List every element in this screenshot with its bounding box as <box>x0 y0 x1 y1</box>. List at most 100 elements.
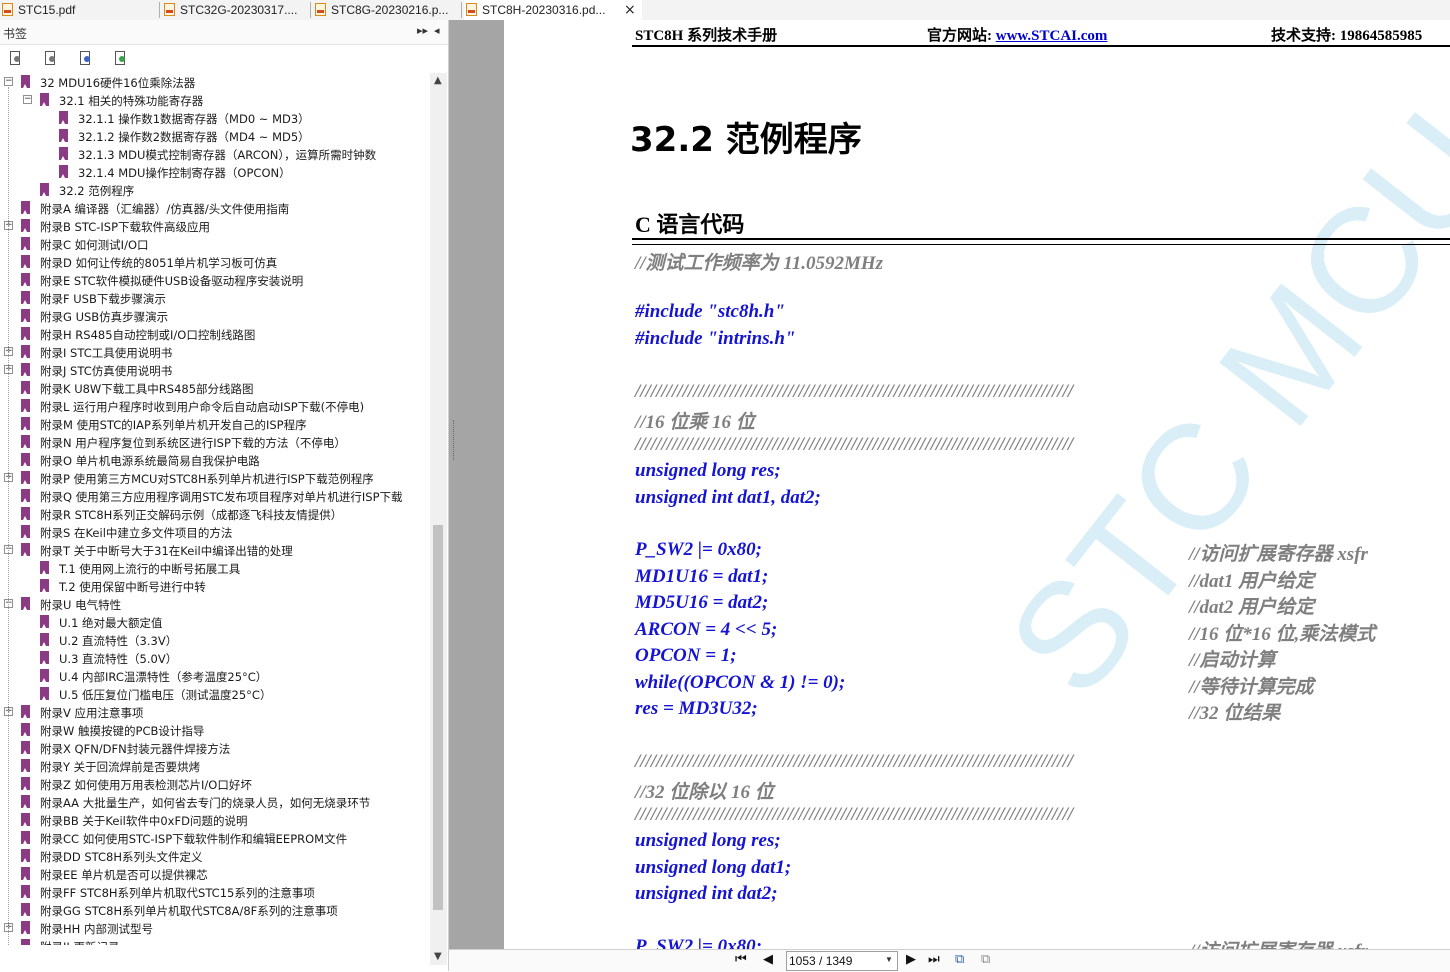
page-number-value: 1053 / 1349 <box>789 954 853 968</box>
single-page-view-icon[interactable]: ⧉ <box>955 952 964 968</box>
bookmarks-panel: 书签 ▸▸ ◂ −32 MDU16硬件16位乘除法器 −32.1 相关的特殊功能寄… <box>0 20 449 971</box>
bookmark-item[interactable]: 附录Y 关于回流焊前是否要烘烤 <box>0 757 430 775</box>
first-page-icon[interactable]: ⏮ <box>735 952 747 968</box>
scroll-down-icon[interactable]: ▼ <box>434 951 442 962</box>
bookmarks-title: 书签 <box>3 27 28 41</box>
bookmark-item[interactable]: 附录E STC软件模拟硬件USB设备驱动程序安装说明 <box>0 271 430 289</box>
collapse-icon[interactable]: − <box>4 77 13 86</box>
bookmark-item[interactable]: − 32.1 相关的特殊功能寄存器 <box>0 91 430 109</box>
bookmark-delete-icon[interactable] <box>43 51 57 65</box>
bookmark-item[interactable]: U.2 直流特性（3.3V） <box>0 631 430 649</box>
bookmark-icon <box>21 435 30 448</box>
bookmark-item[interactable]: + 附录B STC-ISP下载软件高级应用 <box>0 217 430 235</box>
bookmark-item[interactable]: 附录FF STC8H系列单片机取代STC15系列的注意事项 <box>0 883 430 901</box>
bookmark-item[interactable]: 32.1.1 操作数1数据寄存器（MD0 ~ MD3） <box>0 109 430 127</box>
close-tab-icon[interactable]: × <box>624 1 636 19</box>
bookmark-goto-icon[interactable] <box>78 51 92 65</box>
scroll-up-icon[interactable]: ▲ <box>434 75 442 86</box>
bookmark-item[interactable]: 附录DD STC8H系列头文件定义 <box>0 847 430 865</box>
bookmark-item[interactable]: 附录W 触摸按键的PCB设计指导 <box>0 721 430 739</box>
bookmark-label: U.2 直流特性（3.3V） <box>59 634 178 648</box>
tab-2[interactable]: STC8G-20230216.p... <box>313 0 459 20</box>
tab-label: STC32G-20230317.... <box>180 3 298 17</box>
code-comment: //16 位*16 位,乘法模式 <box>1189 624 1376 645</box>
bookmark-item[interactable]: 附录G USB仿真步骤演示 <box>0 307 430 325</box>
bookmark-item[interactable]: 附录X QFN/DFN封装元器件焊接方法 <box>0 739 430 757</box>
tab-0[interactable]: STC15.pdf <box>0 0 158 20</box>
bookmark-label: U.1 绝对最大额定值 <box>59 616 163 630</box>
page-number-select[interactable]: 1053 / 1349 ▼ <box>786 951 898 971</box>
bookmark-item[interactable]: 32.1.2 操作数2数据寄存器（MD4 ~ MD5） <box>0 127 430 145</box>
bookmark-icon <box>21 921 30 934</box>
collapse-panel-icon[interactable]: ◂ <box>434 24 440 37</box>
bookmark-icon <box>21 705 30 718</box>
bookmark-item[interactable]: 32.1.4 MDU操作控制寄存器（OPCON） <box>0 163 430 181</box>
bookmark-item[interactable]: 32.2 范例程序 <box>0 181 430 199</box>
tab-1[interactable]: STC32G-20230317.... <box>162 0 308 20</box>
bookmark-item[interactable]: 附录BB 关于Keil软件中0xFD问题的说明 <box>0 811 430 829</box>
bookmark-item[interactable]: 附录Z 如何使用万用表检测芯片I/O口好坏 <box>0 775 430 793</box>
bookmark-item[interactable]: − 32 MDU16硬件16位乘除法器 <box>0 73 430 91</box>
bookmark-item[interactable]: 附录A 编译器（汇编器）/仿真器/头文件使用指南 <box>0 199 430 217</box>
bookmark-item[interactable]: − 附录U 电气特性 <box>0 595 430 613</box>
code-comment: //访问扩展寄存器 xsfr <box>1189 544 1368 565</box>
bookmark-label: 附录D 如何让传统的8051单片机学习板可仿真 <box>40 256 278 270</box>
bookmark-item[interactable]: + 附录V 应用注意事项 <box>0 703 430 721</box>
next-page-icon[interactable]: ▶ <box>906 952 916 968</box>
chevron-down-icon[interactable]: ▼ <box>885 955 893 964</box>
bookmarks-scrollbar[interactable]: ▲ ▼ <box>430 73 447 965</box>
bookmark-label: U.4 内部IRC温漂特性（参考温度25°C） <box>59 670 268 684</box>
splitter-grip[interactable] <box>453 420 456 460</box>
bookmark-item[interactable]: + 附录I STC工具使用说明书 <box>0 343 430 361</box>
collapse-icon[interactable]: − <box>23 95 32 104</box>
bookmark-item[interactable]: − 附录T 关于中断号大于31在Keil中编译出错的处理 <box>0 541 430 559</box>
code-line: P_SW2 |= 0x80; <box>635 936 762 949</box>
tab-3-active[interactable]: STC8H-20230316.pd... <box>464 0 642 20</box>
bookmark-item[interactable]: 附录EE 单片机是否可以提供裸芯 <box>0 865 430 883</box>
expand-panel-icon[interactable]: ▸▸ <box>417 24 428 37</box>
bookmark-label: 附录H RS485自动控制或I/O口控制线路图 <box>40 328 256 342</box>
bookmark-item[interactable]: 附录M 使用STC的IAP系列单片机开发自己的ISP程序 <box>0 415 430 433</box>
bookmark-label: 附录BB 关于Keil软件中0xFD问题的说明 <box>40 814 248 828</box>
bookmark-item[interactable]: 附录N 用户程序复位到系统区进行ISP下载的方法（不停电） <box>0 433 430 451</box>
bookmark-item[interactable]: 附录AA 大批量生产，如何省去专门的烧录人员，如何无烧录环节 <box>0 793 430 811</box>
header-site-link[interactable]: www.STCAI.com <box>996 28 1108 44</box>
bookmark-item[interactable]: 32.1.3 MDU模式控制寄存器（ARCON），运算所需时钟数 <box>0 145 430 163</box>
bookmark-item[interactable]: 附录II 更新记录 <box>0 937 430 945</box>
bookmark-icon <box>40 633 49 646</box>
prev-page-icon[interactable]: ◀ <box>763 952 773 968</box>
bookmark-item[interactable]: 附录R STC8H系列正交解码示例（成都逐飞科技友情提供） <box>0 505 430 523</box>
bookmark-item[interactable]: + 附录HH 内部测试型号 <box>0 919 430 937</box>
bookmark-item[interactable]: 附录L 运行用户程序时收到用户命令后自动启动ISP下载(不停电) <box>0 397 430 415</box>
bookmark-item[interactable]: 附录S 在Keil中建立多文件项目的方法 <box>0 523 430 541</box>
scrollbar-thumb[interactable] <box>433 525 443 910</box>
bookmark-item[interactable]: 附录K U8W下载工具中RS485部分线路图 <box>0 379 430 397</box>
last-page-icon[interactable]: ⏭ <box>928 952 940 968</box>
bookmark-item[interactable]: + 附录P 使用第三方MCU对STC8H系列单片机进行ISP下载范例程序 <box>0 469 430 487</box>
bookmark-item[interactable]: + 附录J STC仿真使用说明书 <box>0 361 430 379</box>
bookmark-item[interactable]: U.4 内部IRC温漂特性（参考温度25°C） <box>0 667 430 685</box>
bookmark-item[interactable]: 附录F USB下载步骤演示 <box>0 289 430 307</box>
continuous-view-icon[interactable]: ⧉ <box>981 952 990 968</box>
code-line: #include "intrins.h" <box>635 328 796 349</box>
bookmark-label: 32.1.4 MDU操作控制寄存器（OPCON） <box>78 166 291 180</box>
bookmark-search-icon[interactable] <box>113 51 127 65</box>
bookmark-item[interactable]: U.1 绝对最大额定值 <box>0 613 430 631</box>
bookmark-label: 32 MDU16硬件16位乘除法器 <box>40 76 196 90</box>
code-line: P_SW2 |= 0x80; <box>635 539 762 560</box>
bookmark-item[interactable]: U.5 低压复位门槛电压（测试温度25°C） <box>0 685 430 703</box>
bookmark-item[interactable]: T.1 使用网上流行的中断号拓展工具 <box>0 559 430 577</box>
bookmark-item[interactable]: T.2 使用保留中断号进行中转 <box>0 577 430 595</box>
bookmark-icon <box>21 453 30 466</box>
bookmark-item[interactable]: 附录GG STC8H系列单片机取代STC8A/8F系列的注意事项 <box>0 901 430 919</box>
bookmark-item[interactable]: 附录C 如何测试I/O口 <box>0 235 430 253</box>
bookmark-item[interactable]: 附录O 单片机电源系统最简易自我保护电路 <box>0 451 430 469</box>
code-comment: //dat1 用户给定 <box>1189 571 1315 592</box>
bookmark-add-icon[interactable] <box>8 51 22 65</box>
bookmark-item[interactable]: 附录H RS485自动控制或I/O口控制线路图 <box>0 325 430 343</box>
bookmark-item[interactable]: U.3 直流特性（5.0V） <box>0 649 430 667</box>
bookmark-item[interactable]: 附录CC 如何使用STC-ISP下载软件制作和编辑EEPROM文件 <box>0 829 430 847</box>
bookmark-item[interactable]: 附录D 如何让传统的8051单片机学习板可仿真 <box>0 253 430 271</box>
bookmark-item[interactable]: 附录Q 使用第三方应用程序调用STC发布项目程序对单片机进行ISP下载 <box>0 487 430 505</box>
panel-splitter[interactable] <box>449 20 504 949</box>
